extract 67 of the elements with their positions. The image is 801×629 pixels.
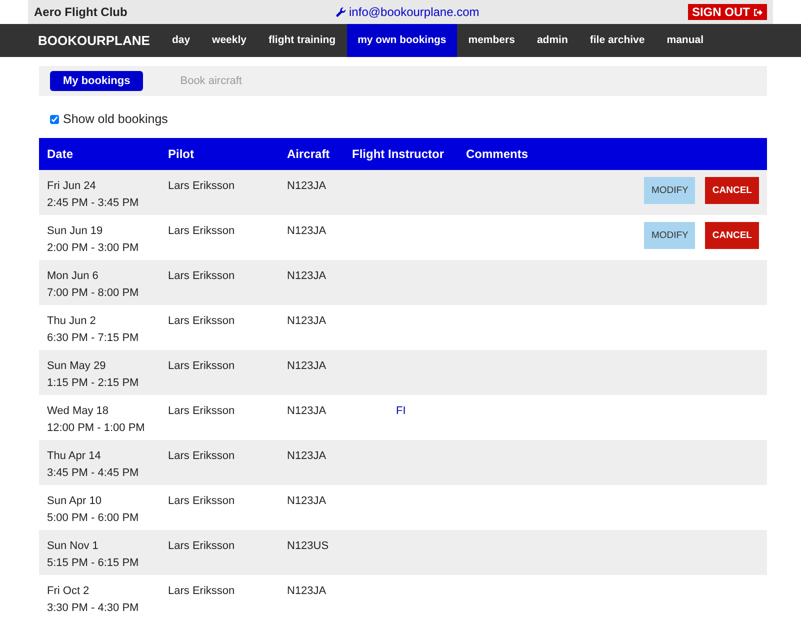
instructor-name: FI <box>395 404 406 417</box>
aircraft-id: N123JA <box>287 494 326 507</box>
aircraft-id: N123US <box>287 540 329 552</box>
pilot-name: Lars Eriksson <box>168 494 235 507</box>
booking-date: Thu Jun 2 <box>47 314 97 329</box>
aircraft-id: N123JA <box>287 314 326 327</box>
wrench-icon <box>336 7 346 17</box>
booking-time: 2:45 PM - 3:45 PM <box>47 196 140 211</box>
column-header: Comments <box>458 138 574 170</box>
pilot-name: Lars Eriksson <box>168 450 235 462</box>
pilot-name: Lars Eriksson <box>168 224 235 237</box>
nav-tab[interactable]: day <box>160 24 202 57</box>
booking-time: 12:00 PM - 1:00 PM <box>47 420 146 436</box>
nav-tab[interactable]: admin <box>526 24 579 57</box>
aircraft-id: N123JA <box>287 224 326 237</box>
pilot-name: Lars Eriksson <box>168 540 235 552</box>
pilot-name: Lars Eriksson <box>168 180 235 192</box>
booking-date: Wed May 18 <box>47 404 110 419</box>
sign-out-button[interactable]: SIGN OUT <box>688 4 767 20</box>
pilot-name: Lars Eriksson <box>168 584 235 597</box>
nav-tab[interactable]: manual <box>656 24 715 57</box>
aircraft-id: N123JA <box>287 180 326 192</box>
column-header: Flight Instructor <box>344 138 458 170</box>
aircraft-id: N123JA <box>287 270 326 282</box>
pilot-name: Lars Eriksson <box>168 360 235 372</box>
column-header: Aircraft <box>279 138 344 170</box>
pilot-name: Lars Eriksson <box>168 270 235 282</box>
aircraft-id: N123JA <box>287 360 326 372</box>
booking-time: 3:45 PM - 4:45 PM <box>47 466 140 481</box>
booking-time: 1:15 PM - 2:15 PM <box>47 376 140 391</box>
cancel-button[interactable]: CANCEL <box>705 176 759 204</box>
nav-tab[interactable]: my own bookings <box>346 24 458 57</box>
booking-date: Fri Jun 24 <box>47 178 97 194</box>
email-link[interactable]: info@bookourplane.com <box>336 3 480 21</box>
booking-date: Sun Jun 19 <box>47 224 104 239</box>
aircraft-id: N123JA <box>287 450 326 462</box>
club-name: Aero Flight Club <box>34 4 128 21</box>
nav-tab[interactable]: file archive <box>578 24 656 57</box>
column-header: Date <box>39 138 160 170</box>
cancel-button[interactable]: CANCEL <box>705 222 759 249</box>
modify-button[interactable]: MODIFY <box>644 176 696 204</box>
aircraft-id: N123JA <box>287 404 326 417</box>
booking-date: Sun Apr 10 <box>47 494 102 509</box>
booking-time: 6:30 PM - 7:15 PM <box>47 330 140 346</box>
booking-time: 2:00 PM - 3:00 PM <box>47 240 140 256</box>
aircraft-id: N123JA <box>287 584 326 597</box>
checkbox-label[interactable]: Show old bookings <box>63 110 168 129</box>
sign-out-icon <box>752 8 763 16</box>
booking-time: 5:15 PM - 6:15 PM <box>47 556 140 571</box>
column-header: Pilot <box>160 138 279 170</box>
brand-logo[interactable]: BOOKOURPLANE <box>38 24 150 57</box>
booking-date: Mon Jun 6 <box>47 268 100 284</box>
booking-date: Sun May 29 <box>47 358 107 374</box>
pilot-name: Lars Eriksson <box>168 404 235 417</box>
booking-date: Fri Oct 2 <box>47 584 90 599</box>
booking-date: Sun Nov 1 <box>47 538 100 554</box>
booking-time: 7:00 PM - 8:00 PM <box>47 286 140 301</box>
nav-tab[interactable]: members <box>457 24 526 57</box>
nav-tab[interactable]: weekly <box>201 24 258 57</box>
booking-time: 3:30 PM - 4:30 PM <box>47 600 140 616</box>
sub-tab[interactable]: My bookings <box>50 70 144 92</box>
show-old-checkbox[interactable] <box>50 114 59 124</box>
modify-button[interactable]: MODIFY <box>644 222 696 249</box>
booking-date: Thu Apr 14 <box>47 448 102 464</box>
nav-tab[interactable]: flight training <box>258 24 347 57</box>
booking-time: 5:00 PM - 6:00 PM <box>47 510 140 526</box>
pilot-name: Lars Eriksson <box>168 314 235 327</box>
